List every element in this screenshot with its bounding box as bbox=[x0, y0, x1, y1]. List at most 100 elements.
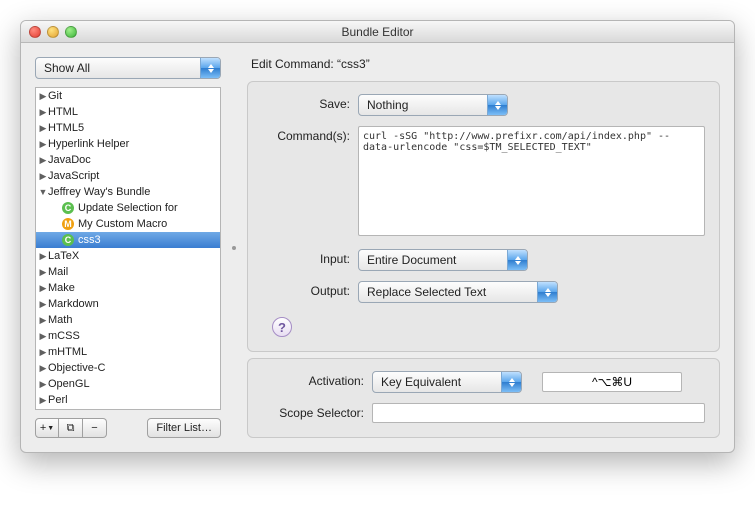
sidebar: Show All Git HTML HTML5 Hyperlink Helper Jav… bbox=[35, 57, 221, 438]
remove-button[interactable]: − bbox=[83, 418, 107, 438]
tree-folder[interactable]: Jeffrey Way's Bundle bbox=[36, 184, 220, 200]
minimize-icon[interactable] bbox=[47, 26, 59, 38]
tree-item-label: HTML5 bbox=[48, 122, 84, 134]
key-equivalent-field[interactable] bbox=[542, 372, 682, 392]
disclosure-closed-icon[interactable] bbox=[38, 331, 48, 342]
tree-folder[interactable]: HTML5 bbox=[36, 120, 220, 136]
scope-selector-field[interactable] bbox=[372, 403, 705, 423]
tree-folder[interactable]: LaTeX bbox=[36, 248, 220, 264]
content-area: Show All Git HTML HTML5 Hyperlink Helper Jav… bbox=[21, 43, 734, 452]
disclosure-closed-icon[interactable] bbox=[38, 395, 48, 406]
tree-item-label: My Custom Macro bbox=[78, 218, 167, 230]
tree-item-label: Hyperlink Helper bbox=[48, 138, 129, 150]
commands-label: Command(s): bbox=[262, 126, 358, 143]
disclosure-closed-icon[interactable] bbox=[38, 155, 48, 166]
chevron-updown-icon bbox=[501, 372, 521, 392]
tree-action-buttons: +▼ ⧉ − bbox=[35, 418, 107, 438]
duplicate-button[interactable]: ⧉ bbox=[59, 418, 83, 438]
pane-divider[interactable] bbox=[231, 57, 237, 438]
tree-item-label: JavaScript bbox=[48, 170, 99, 182]
tree-folder[interactable]: Markdown bbox=[36, 296, 220, 312]
input-select[interactable]: Entire Document bbox=[358, 249, 528, 271]
tree-item-label: css3 bbox=[78, 234, 101, 246]
activation-panel: Activation: Key Equivalent Scope Selecto… bbox=[247, 358, 720, 438]
tree-folder[interactable]: Objective-C bbox=[36, 360, 220, 376]
sidebar-footer: +▼ ⧉ − Filter List… bbox=[35, 418, 221, 438]
titlebar[interactable]: Bundle Editor bbox=[21, 21, 734, 43]
tree-item-label: OpenGL bbox=[48, 378, 90, 390]
tree-item-label: JavaDoc bbox=[48, 154, 91, 166]
command-icon: C bbox=[62, 234, 74, 246]
disclosure-open-icon[interactable] bbox=[38, 187, 48, 197]
tree-item-label: LaTeX bbox=[48, 250, 79, 262]
bundle-tree[interactable]: Git HTML HTML5 Hyperlink Helper JavaDoc JavaS… bbox=[35, 87, 221, 410]
chevron-updown-icon bbox=[487, 95, 507, 115]
tree-folder[interactable]: HTML bbox=[36, 104, 220, 120]
tree-item-label: mHTML bbox=[48, 346, 87, 358]
disclosure-closed-icon[interactable] bbox=[38, 379, 48, 390]
save-select[interactable]: Nothing bbox=[358, 94, 508, 116]
disclosure-closed-icon[interactable] bbox=[38, 171, 48, 182]
tree-item-label: Perl bbox=[48, 394, 68, 406]
output-select[interactable]: Replace Selected Text bbox=[358, 281, 558, 303]
tree-item-label: HTML bbox=[48, 106, 78, 118]
zoom-icon[interactable] bbox=[65, 26, 77, 38]
disclosure-closed-icon[interactable] bbox=[38, 299, 48, 310]
command-icon: C bbox=[62, 202, 74, 214]
commands-textarea[interactable] bbox=[358, 126, 705, 236]
filter-list-button[interactable]: Filter List… bbox=[147, 418, 221, 438]
disclosure-closed-icon[interactable] bbox=[38, 347, 48, 358]
disclosure-closed-icon[interactable] bbox=[38, 91, 48, 102]
help-button[interactable]: ? bbox=[272, 317, 292, 337]
editor-heading: Edit Command: “css3” bbox=[247, 57, 720, 71]
filter-select-value: Show All bbox=[44, 61, 90, 75]
activation-type-select[interactable]: Key Equivalent bbox=[372, 371, 522, 393]
tree-folder[interactable]: Perl bbox=[36, 392, 220, 408]
macro-icon: M bbox=[62, 218, 74, 230]
tree-leaf[interactable]: M My Custom Macro bbox=[36, 216, 220, 232]
activation-label: Activation: bbox=[262, 371, 372, 388]
tree-folder[interactable]: Mail bbox=[36, 264, 220, 280]
add-button[interactable]: +▼ bbox=[35, 418, 59, 438]
tree-item-label: Mail bbox=[48, 266, 68, 278]
tree-folder[interactable]: mHTML bbox=[36, 344, 220, 360]
tree-item-label: Jeffrey Way's Bundle bbox=[48, 186, 150, 198]
tree-folder[interactable]: Make bbox=[36, 280, 220, 296]
disclosure-closed-icon[interactable] bbox=[38, 107, 48, 118]
tree-item-label: Update Selection for bbox=[78, 202, 178, 214]
tree-folder[interactable]: JavaScript bbox=[36, 168, 220, 184]
tree-folder[interactable]: Math bbox=[36, 312, 220, 328]
disclosure-closed-icon[interactable] bbox=[38, 139, 48, 150]
disclosure-closed-icon[interactable] bbox=[38, 123, 48, 134]
tree-leaf[interactable]: Ccss3 bbox=[36, 232, 220, 248]
tree-item-label: Objective-C bbox=[48, 362, 105, 374]
editor-panel: Edit Command: “css3” Save: Nothing Comma… bbox=[247, 57, 720, 438]
tree-folder[interactable]: OpenGL bbox=[36, 376, 220, 392]
chevron-updown-icon bbox=[200, 58, 220, 78]
output-label: Output: bbox=[262, 281, 358, 298]
save-label: Save: bbox=[262, 94, 358, 111]
chevron-updown-icon bbox=[507, 250, 527, 270]
tree-folder[interactable]: Hyperlink Helper bbox=[36, 136, 220, 152]
tree-folder[interactable]: JavaDoc bbox=[36, 152, 220, 168]
disclosure-closed-icon[interactable] bbox=[38, 363, 48, 374]
disclosure-closed-icon[interactable] bbox=[38, 251, 48, 262]
drag-handle-icon bbox=[232, 246, 236, 250]
disclosure-closed-icon[interactable] bbox=[38, 267, 48, 278]
chevron-down-icon: ▼ bbox=[47, 425, 54, 432]
tree-item-label: Math bbox=[48, 314, 72, 326]
tree-folder[interactable]: Git bbox=[36, 88, 220, 104]
tree-folder[interactable]: mCSS bbox=[36, 328, 220, 344]
command-settings-panel: Save: Nothing Command(s): Inpu bbox=[247, 81, 720, 352]
scope-label: Scope Selector: bbox=[262, 403, 372, 420]
tree-item-label: Git bbox=[48, 90, 62, 102]
tree-item-label: Make bbox=[48, 282, 75, 294]
close-icon[interactable] bbox=[29, 26, 41, 38]
disclosure-closed-icon[interactable] bbox=[38, 315, 48, 326]
bundle-editor-window: Bundle Editor Show All Git HTML HTML5 Hyper… bbox=[20, 20, 735, 453]
input-label: Input: bbox=[262, 249, 358, 266]
filter-select[interactable]: Show All bbox=[35, 57, 221, 79]
tree-item-label: mCSS bbox=[48, 330, 80, 342]
disclosure-closed-icon[interactable] bbox=[38, 283, 48, 294]
tree-leaf[interactable]: C Update Selection for bbox=[36, 200, 220, 216]
